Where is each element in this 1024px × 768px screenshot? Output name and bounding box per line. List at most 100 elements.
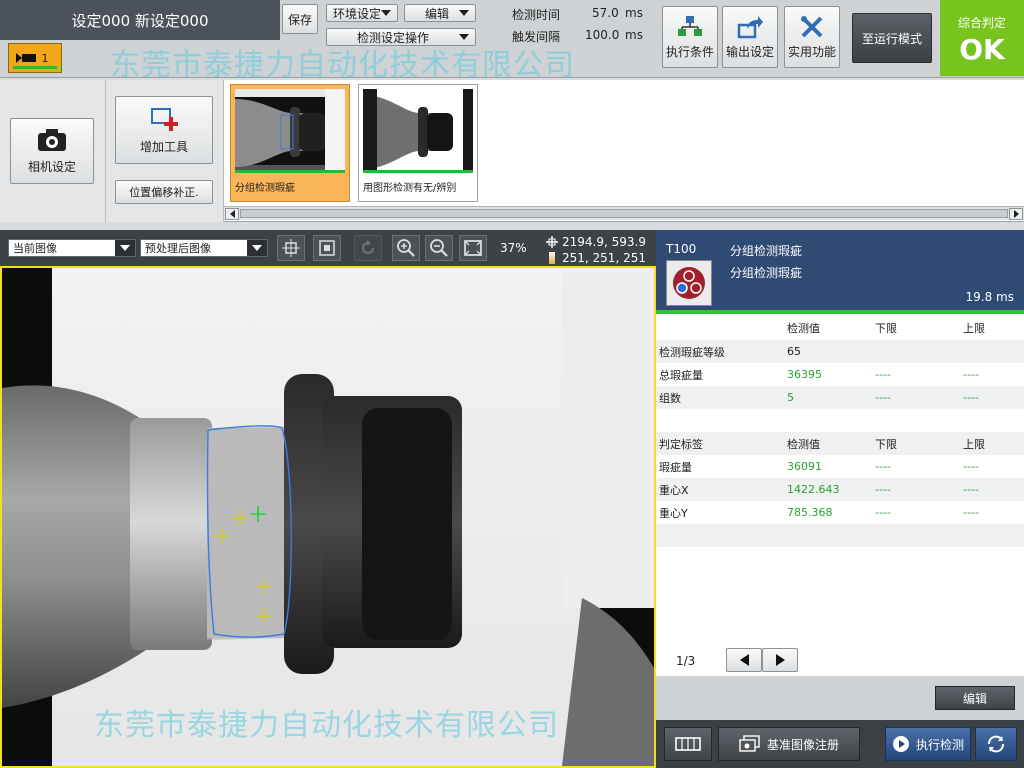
grid-fit-icon xyxy=(282,239,300,257)
trigger-interval-label: 触发间隔 xyxy=(512,30,561,44)
refresh-image-button[interactable] xyxy=(354,235,382,261)
output-arrow-icon xyxy=(737,15,763,38)
tool-subname: 分组检测瑕疵 xyxy=(730,266,803,280)
zoom-out-icon xyxy=(430,239,448,257)
next-page-button[interactable] xyxy=(762,648,798,672)
page-indicator: 1/3 xyxy=(676,654,696,668)
zoom-out-button[interactable] xyxy=(425,235,453,261)
prev-page-button[interactable] xyxy=(726,648,762,672)
zoom-percent: 37% xyxy=(500,241,527,255)
arrow-right-icon xyxy=(775,654,785,666)
scroll-left-button[interactable] xyxy=(225,208,239,220)
overall-judgement: 综合判定 OK xyxy=(940,0,1024,76)
arrow-left-icon xyxy=(229,210,235,218)
pixel-value: 251, 251, 251 xyxy=(562,251,646,265)
pixel-value-icon xyxy=(549,252,555,264)
image-source-value: 当前图像 xyxy=(13,242,57,255)
crosshair-icon xyxy=(546,236,558,248)
table-row: 瑕疵量 36091 ---- ---- xyxy=(659,460,979,474)
edit-dropdown[interactable]: 编辑 xyxy=(404,4,476,22)
continuous-run-button[interactable] xyxy=(975,727,1017,761)
fit-grid-button[interactable] xyxy=(277,235,305,261)
image-process-select[interactable]: 预处理后图像 xyxy=(140,239,268,257)
add-tool-button[interactable]: 增加工具 xyxy=(115,96,213,164)
tool-thumbnail-label: 用图形检测有无/辨别 xyxy=(363,183,457,194)
detect-setting-dropdown[interactable]: 检测设定操作 xyxy=(326,28,476,46)
inspection-image-view[interactable]: 东莞市泰捷力自动化技术有限公司 xyxy=(0,266,656,768)
camera-panel: 相机设定 xyxy=(0,80,106,222)
slot-status-bar xyxy=(13,66,57,69)
table-row: 检测瑕疵等级 65 xyxy=(656,340,1024,363)
exec-condition-button[interactable]: 执行条件 xyxy=(662,6,718,68)
camera-slot-icon xyxy=(15,53,36,63)
cursor-readout: 2194.9, 593.9 251, 251, 251 xyxy=(546,234,646,266)
image-source-select[interactable]: 当前图像 xyxy=(8,239,136,257)
camera-icon xyxy=(38,128,66,151)
table-row: 组数 5 ---- ---- xyxy=(656,386,1024,409)
run-mode-button[interactable]: 至运行模式 xyxy=(852,13,932,63)
env-setting-dropdown[interactable]: 环境设定 xyxy=(326,4,398,22)
output-setting-label: 输出设定 xyxy=(725,44,774,59)
image-process-value: 预处理后图像 xyxy=(145,242,211,255)
reference-image-icon xyxy=(739,735,760,752)
tool-add-panel: 增加工具 位置偏移补正. xyxy=(106,80,224,222)
region-button[interactable] xyxy=(313,235,341,261)
table-spacer-row xyxy=(656,524,1024,547)
exec-condition-icon xyxy=(678,15,702,36)
slot-number: 1 xyxy=(41,51,49,65)
camera-setting-label: 相机设定 xyxy=(27,159,76,174)
image-toolbar: 当前图像 预处理后图像 37% 2194.9, 593.9 251, 251, … xyxy=(0,230,656,266)
fit-window-button[interactable] xyxy=(459,235,487,261)
horizontal-scrollbar[interactable] xyxy=(224,206,1024,220)
watermark: 东莞市泰捷力自动化技术有限公司 xyxy=(110,48,575,83)
cycle-icon xyxy=(988,735,1004,753)
tool-thumbnail-image xyxy=(235,89,345,173)
refresh-icon xyxy=(362,240,374,254)
scroll-right-button[interactable] xyxy=(1009,208,1023,220)
detect-time-unit: ms xyxy=(625,6,643,20)
top-bar: 设定000 新设定000 1 保存 环境设定 编辑 检测设定操作 检测时间 57… xyxy=(0,0,1024,83)
add-tool-icon xyxy=(151,107,178,131)
zoom-in-icon xyxy=(397,239,415,257)
camera-setting-button[interactable]: 相机设定 xyxy=(10,118,94,184)
layout-toggle-button[interactable] xyxy=(664,727,712,761)
judge-label: 综合判定 xyxy=(957,16,1006,30)
judge-value: OK xyxy=(959,33,1005,66)
inspection-image xyxy=(2,268,654,766)
detect-time-value: 57.0 xyxy=(592,6,619,20)
utility-button[interactable]: 实用功能 xyxy=(784,6,840,68)
execute-detection-button[interactable]: 执行检测 xyxy=(885,727,971,761)
trigger-interval-value: 100.0 xyxy=(585,28,620,42)
region-icon xyxy=(319,240,335,256)
zoom-in-button[interactable] xyxy=(392,235,420,261)
output-setting-button[interactable]: 输出设定 xyxy=(722,6,778,68)
scrollbar-track[interactable] xyxy=(240,209,1008,218)
position-correction-button[interactable]: 位置偏移补正. xyxy=(115,180,213,204)
register-reference-image-button[interactable]: 基准图像注册 xyxy=(718,727,860,761)
tool-thumbnail-image xyxy=(363,89,473,173)
edit-menu-label: 编辑 xyxy=(425,6,450,21)
edit-button[interactable]: 编辑 xyxy=(935,686,1015,710)
detect-time-label: 检测时间 xyxy=(512,8,561,22)
tool-strip: 相机设定 增加工具 位置偏移补正. 分组检测瑕疵 用图形检测有无/辨别 xyxy=(0,80,1024,222)
play-icon xyxy=(892,736,909,752)
blob-detect-icon xyxy=(673,267,705,299)
arrow-right-icon xyxy=(1013,210,1019,218)
tool-thumbnail-label: 分组检测瑕疵 xyxy=(235,183,295,194)
execute-detection-label: 执行检测 xyxy=(915,737,964,752)
fit-window-icon xyxy=(464,240,482,256)
slot-indicator[interactable]: 1 xyxy=(8,43,62,73)
tool-thumbnail-2[interactable]: 用图形检测有无/辨别 xyxy=(358,84,478,202)
chevron-down-icon xyxy=(120,245,130,251)
table-header-row: 检测值 下限 上限 xyxy=(787,321,985,335)
chevron-down-icon xyxy=(252,245,262,251)
tool-name: 分组检测瑕疵 xyxy=(730,244,803,258)
utility-label: 实用功能 xyxy=(787,44,836,59)
table-spacer-row xyxy=(656,409,1024,432)
chevron-down-icon xyxy=(459,10,469,16)
bottom-action-bar: 基准图像注册 执行检测 xyxy=(656,720,1024,768)
tool-thumbnail-1[interactable]: 分组检测瑕疵 xyxy=(230,84,350,202)
cursor-coord: 2194.9, 593.9 xyxy=(562,235,646,249)
setting-title: 设定000 新设定000 xyxy=(0,0,280,40)
save-button[interactable]: 保存 xyxy=(282,4,318,34)
